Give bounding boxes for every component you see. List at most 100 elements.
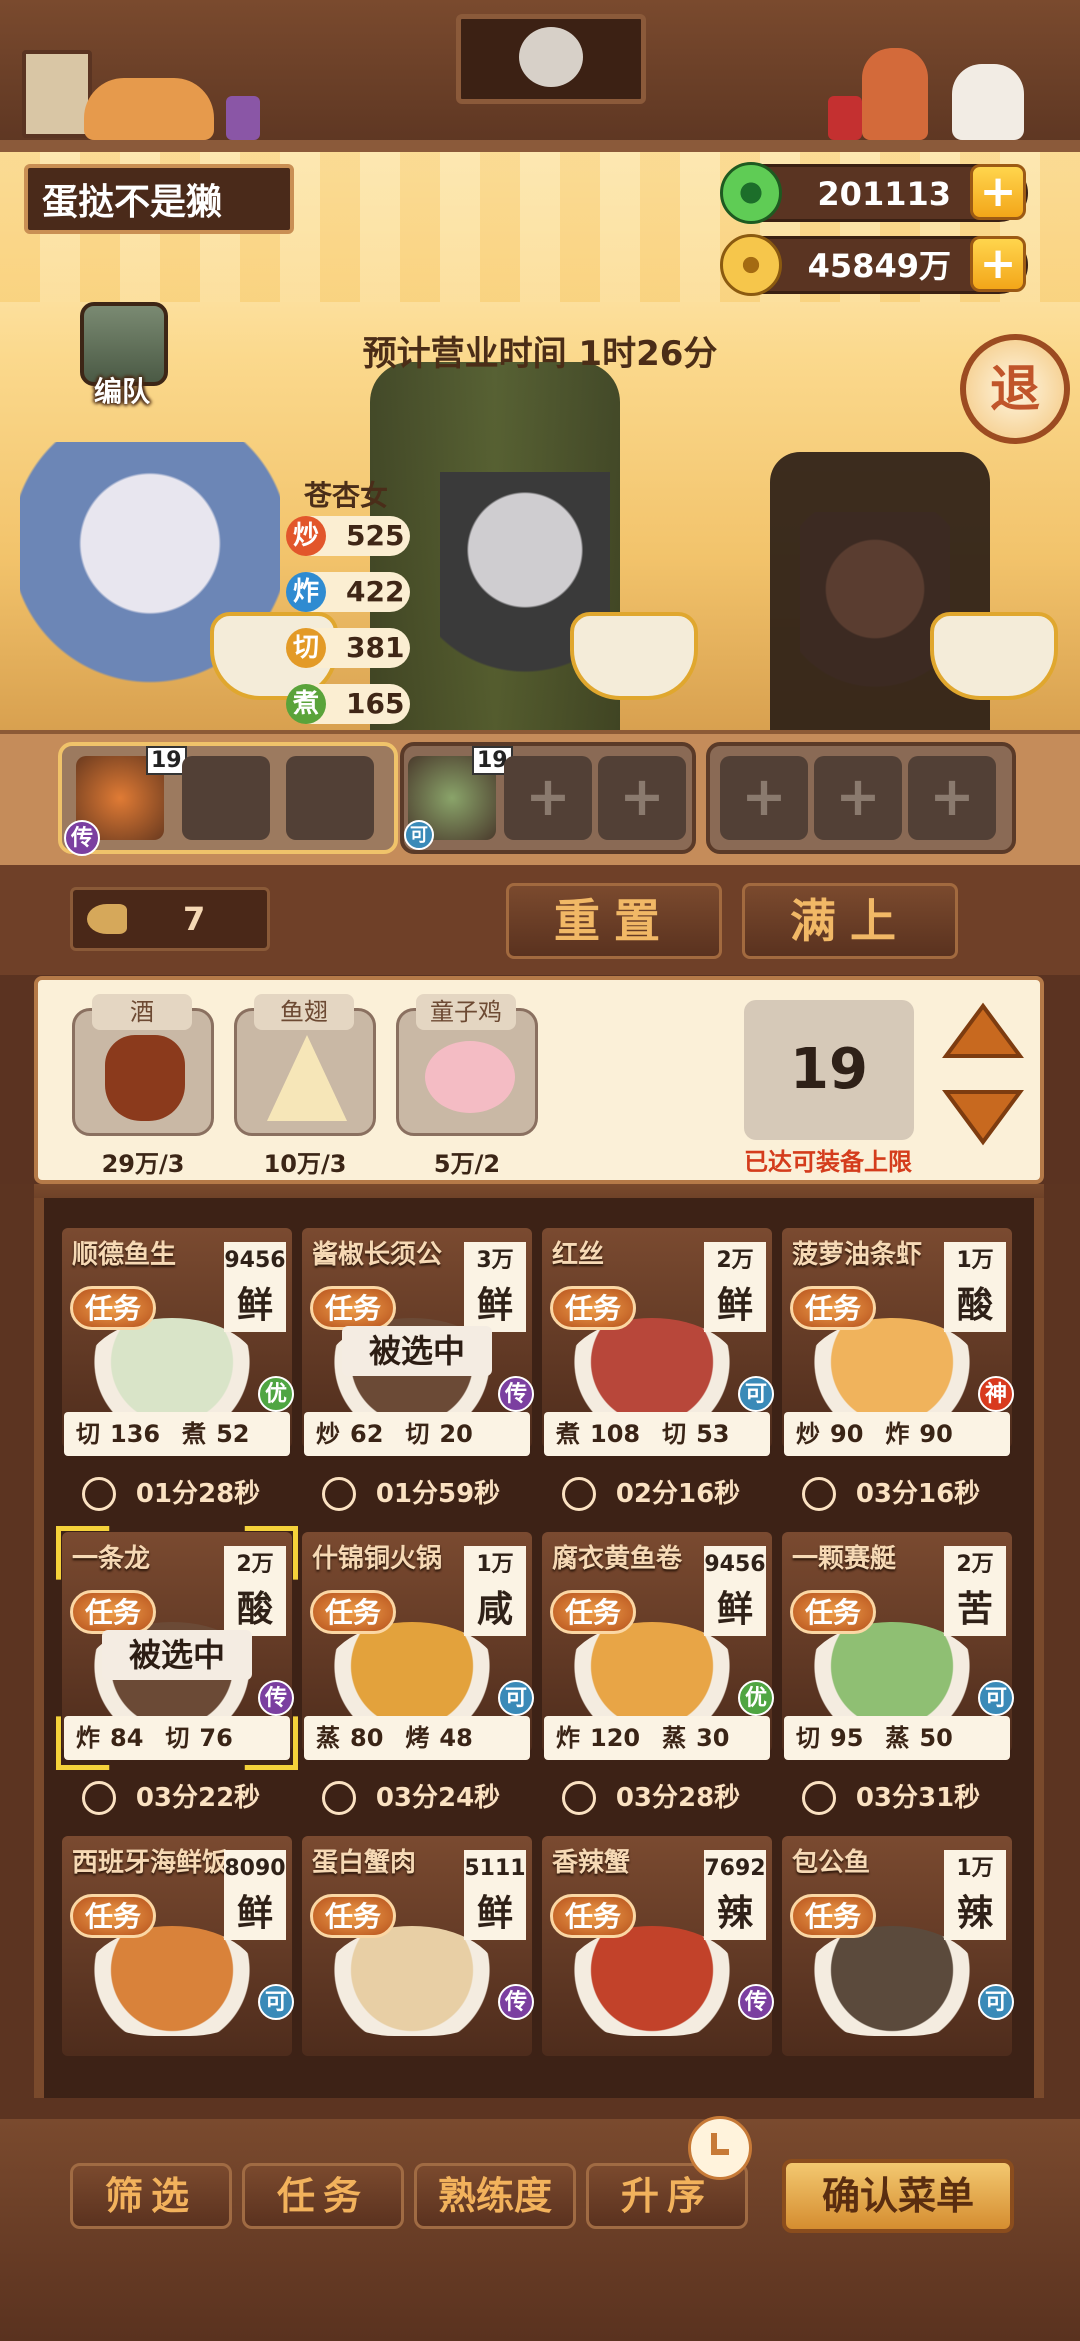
arrow-down-icon[interactable] <box>942 1086 1024 1146</box>
skill-1-type: 炒 <box>796 1420 820 1448</box>
rarity-badge: 传 <box>498 1376 534 1412</box>
rarity-badge: 神 <box>978 1376 1014 1412</box>
cook-time: 01分28秒 <box>76 1472 286 1516</box>
fill-up-button[interactable]: 满上 <box>742 883 958 959</box>
arrow-up-icon[interactable] <box>942 1002 1024 1062</box>
center-plaque-icon[interactable] <box>456 14 646 104</box>
player-name[interactable]: 蛋挞不是獭 <box>24 164 294 234</box>
dish-card[interactable]: 红丝 2万鲜 任务可煮 108 切 53 <box>542 1228 774 1456</box>
skill-2-type: 切 <box>662 1420 687 1448</box>
cook-time-text: 01分28秒 <box>135 1479 261 1509</box>
ingredient-chicken[interactable]: 童子鸡 5万/2 <box>396 994 538 1178</box>
task-badge: 任务 <box>70 1894 156 1938</box>
dish-flavor: 苦 <box>944 1584 1006 1636</box>
dish-flavor: 鲜 <box>464 1280 526 1332</box>
confirm-menu-button[interactable]: 确认菜单 <box>782 2159 1014 2233</box>
cook-time-text: 03分16秒 <box>855 1479 981 1509</box>
filter-button[interactable]: 筛选 <box>70 2163 232 2229</box>
cook-time-text: 03分24秒 <box>375 1783 501 1813</box>
proficiency-button[interactable]: 熟练度 <box>414 2163 576 2229</box>
rarity-badge: 可 <box>978 1984 1014 2020</box>
clock-icon <box>562 1477 596 1511</box>
dish-card[interactable]: 顺德鱼生 9456 鲜 任务优切 136 煮 52 <box>62 1228 294 1456</box>
dish-card[interactable]: 什锦铜火锅 1万咸 任务可蒸 80 烤 48 <box>302 1532 534 1760</box>
task-badge: 任务 <box>550 1590 636 1634</box>
ingredient-count: 5万/2 <box>433 1150 501 1178</box>
dish-price: 2万 <box>704 1242 766 1280</box>
reset-button[interactable]: 重置 <box>506 883 722 959</box>
equip-limit-value: 19 <box>744 1000 914 1140</box>
skill-2-type: 蒸 <box>885 1724 910 1752</box>
task-badge: 任务 <box>70 1590 156 1634</box>
dish-price: 1万 <box>944 1242 1006 1280</box>
dish-name: 菠萝油条虾 <box>792 1240 923 1270</box>
dish-card[interactable]: 西班牙海鲜饭 8090 鲜 任务可 <box>62 1836 294 2056</box>
add-dish-plus-icon[interactable]: + <box>720 756 808 840</box>
add-coin-button[interactable]: + <box>970 236 1026 292</box>
retreat-button[interactable]: 退 <box>960 334 1070 444</box>
dish-price: 1万 <box>464 1546 526 1584</box>
dish-skill-bar: 切 95 蒸 50 <box>784 1716 1010 1760</box>
cook-time-text: 02分16秒 <box>615 1479 741 1509</box>
add-dish-plus-icon[interactable]: + <box>598 756 686 840</box>
task-filter-button[interactable]: 任务 <box>242 2163 404 2229</box>
add-dish-plus-icon[interactable]: + <box>908 756 996 840</box>
dark-haired-character <box>800 512 950 732</box>
skill-1-value: 80 <box>350 1724 384 1752</box>
dish-card[interactable]: 包公鱼 1万辣 任务可 <box>782 1836 1014 2056</box>
team-button[interactable]: 编队 <box>72 302 172 412</box>
dish-flavor: 辣 <box>944 1888 1006 1940</box>
dish-skill-bar: 炒 62 切 20 <box>304 1412 530 1456</box>
dish-image <box>804 1926 980 2036</box>
rarity-badge: 优 <box>258 1376 294 1412</box>
slot-group-1[interactable]: 19 传 <box>58 742 398 856</box>
dish-slot-empty[interactable] <box>286 756 374 840</box>
wall-scroll-icon <box>22 50 92 138</box>
dish-card[interactable]: 一条龙 2万酸 任务传被选中炸 84 切 76 <box>62 1532 294 1760</box>
dish-grid[interactable]: 顺德鱼生 9456 鲜任务优切 136 煮 52 01分28秒 酱椒长须公 3万鲜任务传被选中炒… <box>34 1198 1044 2098</box>
slot-group-3[interactable]: + + + <box>706 742 1016 854</box>
key-counter: 7 <box>70 887 270 951</box>
slot-group-2[interactable]: 19 可 + + <box>400 742 696 854</box>
rarity-badge: 传 <box>258 1680 294 1716</box>
jade-amount: 201113 <box>817 175 951 213</box>
cook-time: 03分16秒 <box>796 1472 1006 1516</box>
coin-amount: 45849万 <box>807 247 951 285</box>
slot-count: 19 <box>146 746 187 775</box>
skill-2-value: 50 <box>919 1724 953 1752</box>
skill-2-value: 76 <box>199 1724 233 1752</box>
dish-name: 香辣蟹 <box>552 1848 631 1878</box>
lantern-icon <box>226 96 260 140</box>
dish-card[interactable]: 腐衣黄鱼卷 9456 鲜 任务优炸 120 蒸 30 <box>542 1532 774 1760</box>
dish-card[interactable]: 一颗赛艇 2万苦 任务可切 95 蒸 50 <box>782 1532 1014 1760</box>
task-badge: 任务 <box>790 1894 876 1938</box>
dish-card[interactable]: 菠萝油条虾 1万酸 任务神炒 90 炸 90 <box>782 1228 1014 1456</box>
top-bar <box>0 0 1080 156</box>
dish-slot-bar: 19 传 19 可 + + + + + <box>0 730 1080 875</box>
selected-label: 被选中 <box>342 1326 492 1376</box>
dish-skill-bar: 炸 120 蒸 30 <box>544 1716 770 1760</box>
add-dish-plus-icon[interactable]: + <box>814 756 902 840</box>
ingredient-shark-fin[interactable]: 鱼翅 10万/3 <box>234 994 376 1178</box>
sort-clock-icon[interactable] <box>688 2116 752 2180</box>
add-jade-button[interactable]: + <box>970 164 1026 220</box>
dish-card[interactable]: 蛋白蟹肉 5111 鲜 任务传 <box>302 1836 534 2056</box>
dish-image <box>84 1926 260 2036</box>
skill-2-value: 52 <box>216 1420 250 1448</box>
dish-slot-empty[interactable] <box>182 756 270 840</box>
add-dish-plus-icon[interactable]: + <box>504 756 592 840</box>
skill-2-type: 蒸 <box>662 1724 687 1752</box>
ingredient-wine[interactable]: 酒 29万/3 <box>72 994 214 1178</box>
dish-card[interactable]: 香辣蟹 7692 辣 任务传 <box>542 1836 774 2056</box>
skill-2-value: 30 <box>696 1724 730 1752</box>
dish-name: 顺德鱼生 <box>72 1240 177 1270</box>
dish-name: 红丝 <box>552 1240 605 1270</box>
dish-card[interactable]: 酱椒长须公 3万鲜 任务传被选中炒 62 切 20 <box>302 1228 534 1456</box>
serving-bowl <box>930 612 1058 700</box>
skill-1-type: 炸 <box>556 1724 580 1752</box>
clock-icon <box>82 1477 116 1511</box>
skill-2-type: 切 <box>405 1420 430 1448</box>
boy-figure-icon <box>862 48 928 140</box>
rarity-badge: 传 <box>738 1984 774 2020</box>
dish-skill-bar: 炒 90 炸 90 <box>784 1412 1010 1456</box>
